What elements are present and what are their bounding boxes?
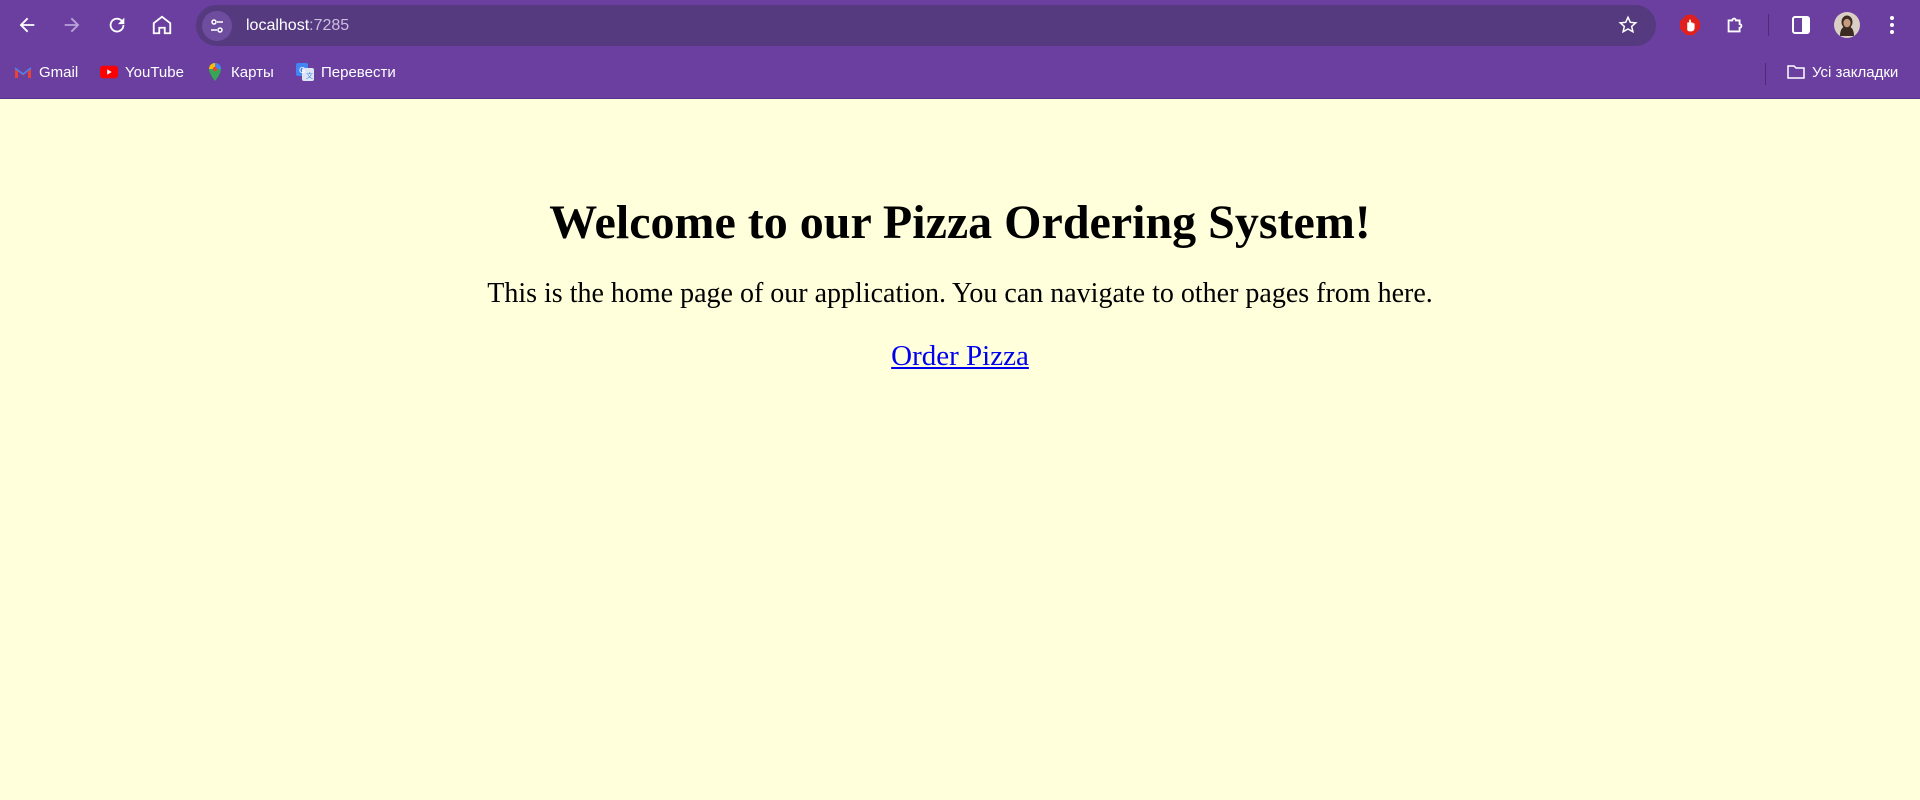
intro-text: This is the home page of our application… [487, 278, 1433, 309]
tune-icon [211, 18, 223, 33]
bookmark-youtube[interactable]: YouTube [100, 63, 184, 81]
page-content: Welcome to our Pizza Ordering System! Th… [0, 99, 1920, 373]
url-port: :7285 [309, 16, 350, 34]
svg-text:G: G [299, 66, 305, 75]
bookmark-star-button[interactable] [1618, 15, 1638, 40]
avatar [1834, 12, 1860, 38]
all-bookmarks-button[interactable]: Усі закладки [1787, 63, 1898, 81]
page-title: Welcome to our Pizza Ordering System! [549, 196, 1371, 249]
bookmark-label: Gmail [39, 63, 79, 81]
extensions-button[interactable] [1717, 7, 1753, 43]
site-info-button[interactable] [202, 10, 232, 41]
url-host: localhost [246, 16, 310, 34]
toolbar-divider [1768, 14, 1769, 36]
arrow-left-icon [19, 17, 35, 33]
forward-button[interactable] [54, 7, 90, 43]
bookmark-label: YouTube [125, 63, 184, 81]
bookmarks-bar: Gmail YouTube Карты G文 Перевести Усі зак… [0, 50, 1920, 99]
home-icon [152, 15, 172, 35]
youtube-icon [100, 63, 118, 81]
reload-icon [109, 17, 125, 33]
home-button[interactable] [144, 7, 180, 43]
maps-icon [206, 63, 224, 81]
bookmark-gmail[interactable]: Gmail [14, 63, 78, 81]
browser-menu-button[interactable] [1874, 7, 1910, 43]
extension-adblock-button[interactable] [1672, 7, 1708, 43]
all-bookmarks-label: Усі закладки [1812, 63, 1899, 81]
bookmark-label: Перевести [321, 63, 396, 81]
reload-button[interactable] [99, 7, 135, 43]
order-pizza-link[interactable]: Order Pizza [891, 340, 1029, 372]
url-text[interactable]: localhost:7285 [246, 17, 349, 35]
more-vert-icon [1890, 16, 1894, 34]
folder-icon [1787, 63, 1805, 81]
address-bar[interactable]: localhost:7285 [196, 5, 1656, 46]
profile-avatar-button[interactable] [1829, 7, 1865, 43]
bookmark-maps[interactable]: Карты [206, 63, 274, 81]
bookmark-translate[interactable]: G文 Перевести [296, 63, 396, 81]
gmail-icon [14, 63, 32, 81]
browser-toolbar: localhost:7285 [0, 0, 1920, 50]
star-icon [1618, 15, 1638, 34]
bookmarks-divider [1765, 63, 1766, 85]
translate-icon: G文 [296, 63, 314, 81]
svg-text:文: 文 [306, 71, 313, 80]
side-panel-button[interactable] [1783, 7, 1819, 43]
adblock-icon [1679, 14, 1701, 36]
puzzle-icon [1727, 17, 1743, 33]
bookmark-label: Карты [231, 63, 274, 81]
side-panel-icon [1792, 16, 1810, 34]
arrow-right-icon [64, 17, 80, 33]
back-button[interactable] [9, 7, 45, 43]
